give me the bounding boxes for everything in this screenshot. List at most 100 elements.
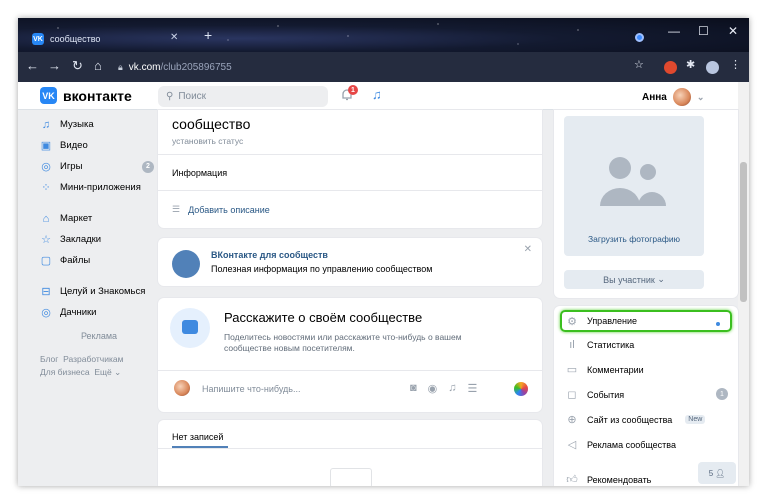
menu-item-stats[interactable]: ıl Статистика <box>554 332 738 357</box>
extension-icon[interactable] <box>664 61 677 74</box>
file-icon: ▢ <box>40 255 52 267</box>
menu-item-label: Рекомендовать <box>587 474 652 485</box>
set-status-link[interactable]: установить статус <box>172 136 243 146</box>
close-window-button[interactable]: ✕ <box>728 24 738 38</box>
menu-item-ads[interactable]: ◁ Реклама сообщества <box>554 432 738 457</box>
megaphone-icon: ◁ <box>567 439 577 451</box>
reload-icon[interactable]: ↻ <box>72 58 83 74</box>
sidebar-item-video[interactable]: ▣ Видео <box>40 135 158 156</box>
minimize-button[interactable]: — <box>668 24 680 38</box>
menu-item-label: Управление <box>587 316 638 326</box>
puzzle-icon[interactable]: ✱ <box>686 58 695 71</box>
upload-photo-link[interactable]: Загрузить фотографию <box>564 234 704 244</box>
menu-item-label: События <box>587 389 625 400</box>
post-input[interactable]: Напишите что-нибудь... <box>202 384 301 394</box>
promo-card: ВКонтакте для сообществ Полезная информа… <box>158 238 542 286</box>
browser-tab[interactable]: VK сообщество ✕ <box>24 26 214 52</box>
sidebar-item-bookmarks[interactable]: ☆ Закладки <box>40 229 158 250</box>
profile-avatar-icon[interactable] <box>706 61 719 74</box>
lines-icon: ☰ <box>172 204 181 214</box>
sidebar-item-app-dating[interactable]: ⊟ Целуй и Знакомься <box>40 281 158 302</box>
lock-icon: 🔒︎ <box>118 61 123 72</box>
empty-posts-illustration <box>330 468 372 486</box>
search-input[interactable]: ⚲ Поиск <box>158 86 328 107</box>
games-count-badge: 2 <box>142 160 154 173</box>
tab-no-posts[interactable]: Нет записей <box>172 432 223 442</box>
posts-card: Нет записей <box>158 420 542 486</box>
profile-dot-icon[interactable] <box>635 33 644 42</box>
avatar <box>672 88 691 106</box>
promo-title[interactable]: ВКонтакте для сообществ <box>211 250 328 260</box>
music-icon[interactable]: ♫ <box>448 382 456 395</box>
sidebar-item-label: Файлы <box>60 255 91 266</box>
sidebar-item-market[interactable]: ⌂ Маркет <box>40 208 158 229</box>
sidebar-item-label: Мини-приложения <box>60 182 141 193</box>
community-promo-icon <box>172 250 200 278</box>
bookmark-star-icon[interactable]: ☆ <box>634 58 644 71</box>
star-icon: ☆ <box>41 234 51 246</box>
sidebar-item-label: Маркет <box>60 213 93 224</box>
color-wheel-icon[interactable] <box>514 382 528 396</box>
user-name: Анна <box>642 91 667 103</box>
member-button[interactable]: Вы участник ⌄ <box>564 270 704 289</box>
menu-item-events[interactable]: ◻ События 1 <box>554 382 738 407</box>
events-count-badge: 1 <box>716 388 728 400</box>
vk-logo[interactable]: VK вконтакте <box>40 87 132 104</box>
menu-item-manage[interactable]: ⚙ Управление <box>560 310 732 332</box>
forward-arrow-icon[interactable]: → <box>48 58 61 73</box>
vk-logo-icon: VK <box>40 87 57 104</box>
poll-icon[interactable]: ☰ <box>468 382 478 395</box>
menu-item-comments[interactable]: ▭ Комментарии <box>554 357 738 382</box>
promo-text: Полезная информация по управлению сообще… <box>211 264 433 274</box>
management-menu: ⚙ Управление ıl Статистика ▭ Комментарии ◻ С… <box>554 306 738 486</box>
scrollbar[interactable] <box>738 82 749 486</box>
url-field[interactable]: 🔒︎ vk.com/club205896755 <box>118 57 618 77</box>
footer-devs-link[interactable]: Разработчикам <box>63 354 123 364</box>
chat-bubble-icon <box>170 308 210 348</box>
community-name: сообщество <box>172 116 251 132</box>
add-description-link[interactable]: ☰ Добавить описание <box>172 204 270 215</box>
camera-icon[interactable]: ◙ <box>410 382 417 395</box>
community-avatar[interactable]: Загрузить фотографию <box>564 116 704 256</box>
search-placeholder: Поиск <box>178 91 207 102</box>
sidebar-item-games[interactable]: ◎ Игры 2 <box>40 156 158 177</box>
tab-title: сообщество <box>50 34 101 44</box>
chat-widget[interactable]: 5 👤︎ <box>698 462 736 484</box>
music-icon: ♫ <box>41 118 51 131</box>
new-tab-button[interactable]: + <box>204 28 212 42</box>
sidebar-item-label: Игры <box>60 161 83 172</box>
comment-icon: ▭ <box>566 364 578 376</box>
sidebar-item-files[interactable]: ▢ Файлы <box>40 250 158 271</box>
close-icon[interactable]: ✕ <box>524 244 532 255</box>
home-icon[interactable]: ⌂ <box>94 58 102 73</box>
user-menu[interactable]: Анна ⌄ <box>642 88 704 106</box>
video-icon: ▣ <box>40 140 52 152</box>
tell-card: Расскажите о своём сообществе Поделитесь… <box>158 298 542 412</box>
close-tab-icon[interactable]: ✕ <box>170 32 178 43</box>
browser-window: VK сообщество ✕ + — ☐ ✕ ← → ↻ ⌂ 🔒︎ vk.co… <box>18 18 749 486</box>
vk-header: VK вконтакте ⚲ Поиск 1 ♫ Анна ⌄ <box>18 82 738 110</box>
menu-item-label: Статистика <box>587 339 635 350</box>
footer-business-link[interactable]: Для бизнеса <box>40 367 90 377</box>
footer-more-link[interactable]: Ещё <box>94 367 111 377</box>
member-button-label: Вы участник <box>603 274 655 285</box>
gamepad-icon: ◎ <box>41 307 51 319</box>
menu-item-site[interactable]: ⊕ Сайт из сообщества New <box>554 407 738 432</box>
users-icon <box>600 157 666 206</box>
music-icon[interactable]: ♫ <box>372 87 382 102</box>
menu-item-label: Реклама сообщества <box>587 439 676 450</box>
globe-icon: ⊕ <box>567 414 577 426</box>
sidebar-item-app-dachniki[interactable]: ◎ Дачники <box>40 302 158 323</box>
sidebar-item-music[interactable]: ♫ Музыка <box>40 114 158 135</box>
tell-text: Поделитесь новостями или расскажите что-… <box>224 332 462 353</box>
maximize-button[interactable]: ☐ <box>698 24 709 38</box>
add-description-label: Добавить описание <box>188 204 270 215</box>
browser-menu-icon[interactable]: ⋮ <box>730 58 741 71</box>
footer-blog-link[interactable]: Блог <box>40 354 58 364</box>
video-icon[interactable]: ◉ <box>428 382 438 395</box>
chevron-down-icon: ⌄ <box>696 91 705 102</box>
browser-titlebar: VK сообщество ✕ + — ☐ ✕ <box>18 18 749 52</box>
user-icon: 👤︎ <box>715 468 726 478</box>
sidebar-item-apps[interactable]: ⁘ Мини-приложения <box>40 177 158 198</box>
back-arrow-icon[interactable]: ← <box>26 58 39 73</box>
